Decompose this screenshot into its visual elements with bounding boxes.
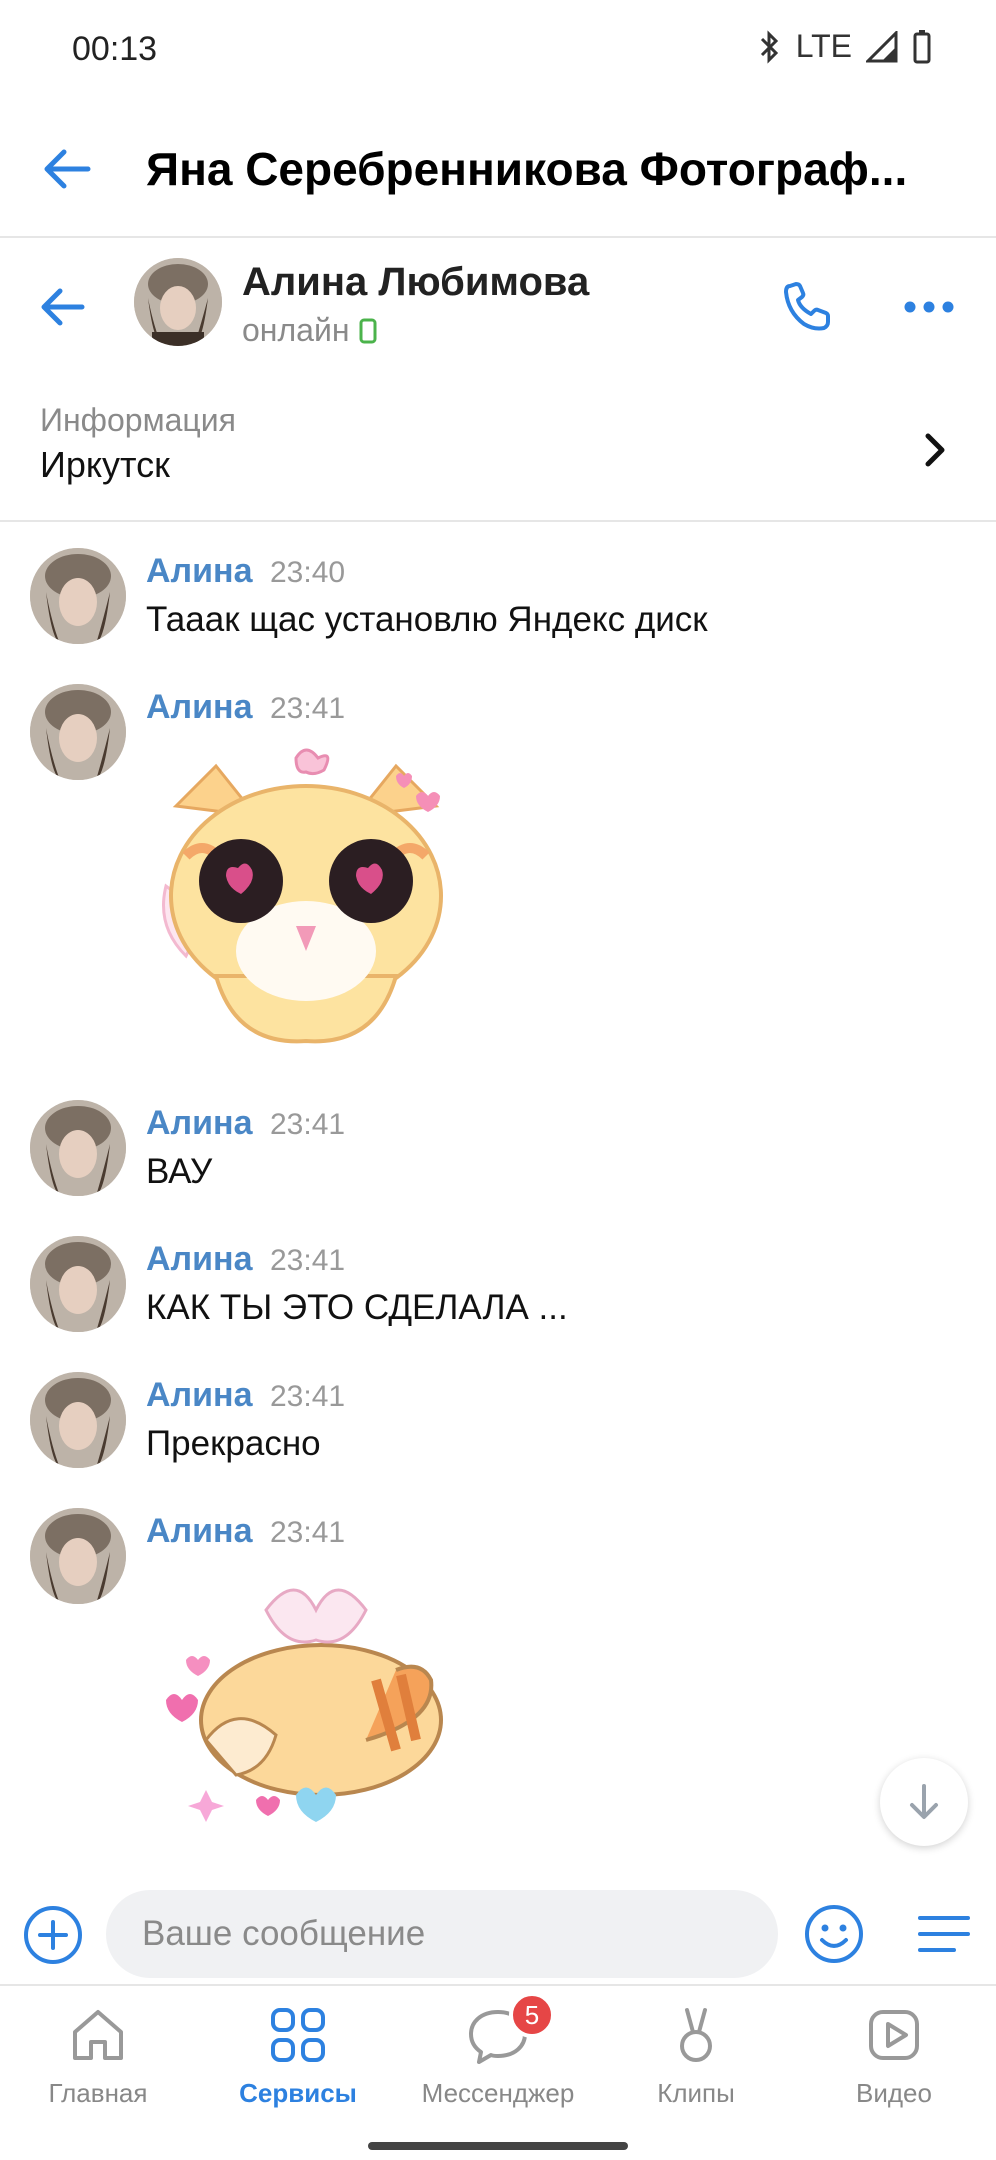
message-input[interactable] bbox=[106, 1890, 778, 1978]
sticker-cat-heart-eyes[interactable] bbox=[146, 746, 466, 1046]
back-arrow-icon[interactable] bbox=[38, 140, 96, 198]
signal-icon bbox=[866, 30, 898, 62]
video-icon bbox=[869, 2010, 919, 2060]
tab-label: Главная bbox=[48, 2078, 148, 2108]
message-time: 23:41 bbox=[270, 1244, 346, 1277]
message-author[interactable]: Алина bbox=[146, 552, 253, 591]
chat-contact-name[interactable]: Алина Любимова bbox=[242, 260, 589, 305]
services-icon bbox=[271, 2008, 325, 2062]
bottom-tab-bar: Главная Сервисы 5 Мессенджер Клипы Видео bbox=[0, 1984, 996, 2160]
message-text: КАК ТЫ ЭТО СДЕЛАЛА ... bbox=[146, 1288, 568, 1327]
message-text: Тааак щас установлю Яндекс диск bbox=[146, 600, 708, 639]
message-item: Алина 23:41 bbox=[0, 684, 996, 1064]
message-author[interactable]: Алина bbox=[146, 1376, 253, 1415]
message-time: 23:41 bbox=[270, 1380, 346, 1413]
avatar[interactable] bbox=[30, 1508, 126, 1604]
contact-info-row[interactable]: Информация Иркутск bbox=[0, 390, 996, 522]
chevron-right-icon bbox=[925, 433, 945, 467]
avatar[interactable] bbox=[30, 1100, 126, 1196]
tab-clips[interactable]: Клипы bbox=[606, 2002, 786, 2122]
avatar[interactable] bbox=[30, 548, 126, 644]
message-text: Прекрасно bbox=[146, 1424, 321, 1463]
message-author[interactable]: Алина bbox=[146, 1104, 253, 1143]
more-options-icon[interactable] bbox=[898, 276, 960, 338]
message-author[interactable]: Алина bbox=[146, 688, 253, 727]
status-time: 00:13 bbox=[72, 30, 158, 68]
message-time: 23:41 bbox=[270, 1516, 346, 1549]
message-text: ВАУ bbox=[146, 1152, 213, 1191]
message-time: 23:40 bbox=[270, 556, 346, 589]
unread-badge: 5 bbox=[509, 1992, 555, 2038]
message-time: 23:41 bbox=[270, 692, 346, 725]
scroll-down-button[interactable] bbox=[880, 1758, 968, 1846]
tab-label: Клипы bbox=[657, 2078, 735, 2108]
sticker-cat-lying-hearts[interactable] bbox=[146, 1570, 466, 1840]
phone-icon[interactable] bbox=[776, 276, 838, 338]
chat-avatar[interactable] bbox=[134, 258, 222, 346]
arrow-down-icon bbox=[910, 1784, 938, 1819]
tab-label: Мессенджер bbox=[421, 2078, 575, 2108]
message-composer bbox=[0, 1884, 996, 1984]
avatar[interactable] bbox=[30, 1236, 126, 1332]
avatar[interactable] bbox=[30, 1372, 126, 1468]
message-author[interactable]: Алина bbox=[146, 1512, 253, 1551]
tab-messenger[interactable]: 5 Мессенджер bbox=[408, 1992, 588, 2122]
online-status: онлайн bbox=[242, 312, 377, 349]
message-item: Алина 23:41 Прекрасно bbox=[0, 1372, 996, 1482]
chat-back-arrow-icon[interactable] bbox=[36, 280, 90, 334]
network-label: LTE bbox=[795, 28, 852, 64]
chat-header: Алина Любимова онлайн bbox=[0, 240, 996, 368]
online-status-label: онлайн bbox=[242, 312, 350, 348]
status-icons: LTE bbox=[756, 28, 932, 65]
message-author[interactable]: Алина bbox=[146, 1240, 253, 1279]
bluetooth-icon bbox=[760, 29, 778, 64]
tab-label: Сервисы bbox=[239, 2078, 357, 2108]
info-value: Иркутск bbox=[40, 444, 170, 485]
message-item: Алина 23:41 bbox=[0, 1508, 996, 1848]
status-bar: 00:13 LTE bbox=[0, 0, 996, 100]
page-title: Яна Серебренникова Фотограф... bbox=[146, 143, 908, 195]
tab-video[interactable]: Видео bbox=[804, 2002, 984, 2122]
keyboard-menu-icon[interactable] bbox=[914, 1902, 974, 1966]
battery-icon bbox=[913, 29, 931, 63]
home-indicator[interactable] bbox=[368, 2142, 628, 2150]
add-attachment-icon[interactable] bbox=[22, 1904, 84, 1966]
emoji-icon[interactable] bbox=[802, 1902, 866, 1966]
tab-home[interactable]: Главная bbox=[8, 2002, 188, 2122]
message-item: Алина 23:41 КАК ТЫ ЭТО СДЕЛАЛА ... bbox=[0, 1236, 996, 1346]
message-item: Алина 23:40 Тааак щас установлю Яндекс д… bbox=[0, 548, 996, 658]
message-item: Алина 23:41 ВАУ bbox=[0, 1100, 996, 1210]
home-icon bbox=[73, 2010, 123, 2060]
tab-services[interactable]: Сервисы bbox=[208, 2002, 388, 2122]
top-header: Яна Серебренникова Фотограф... bbox=[0, 100, 996, 238]
info-label: Информация bbox=[40, 402, 236, 438]
tab-label: Видео bbox=[856, 2078, 932, 2108]
clips-icon bbox=[680, 2008, 712, 2062]
mobile-online-icon bbox=[359, 318, 377, 343]
message-time: 23:41 bbox=[270, 1108, 346, 1141]
avatar[interactable] bbox=[30, 684, 126, 780]
messenger-icon-wrap: 5 bbox=[465, 1992, 555, 2068]
